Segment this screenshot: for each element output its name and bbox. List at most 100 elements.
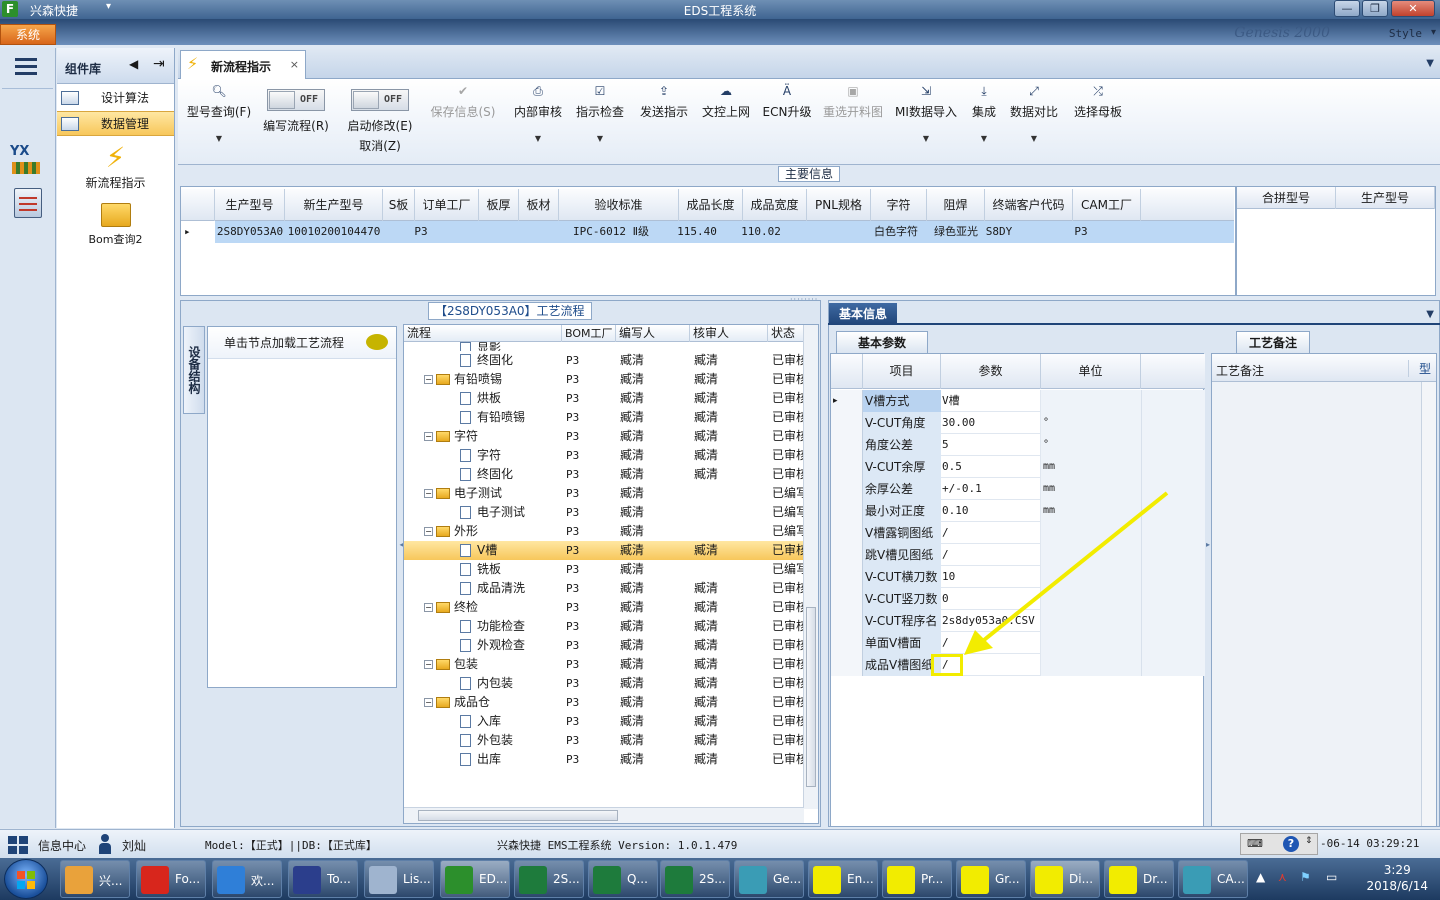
- param-row[interactable]: V-CUT角度 30.00 °: [831, 412, 1205, 434]
- tree-cell-bom[interactable]: P3: [566, 579, 616, 598]
- column-header[interactable]: 参数: [941, 354, 1041, 389]
- scroll-thumb[interactable]: [418, 810, 618, 821]
- style-menu[interactable]: Style: [1389, 27, 1422, 40]
- column-header[interactable]: 编写人: [616, 325, 690, 342]
- tree-node-name[interactable]: V槽: [460, 541, 562, 560]
- tree-cell-bom[interactable]: P3: [566, 636, 616, 655]
- tree-cell-status[interactable]: 已审核: [772, 465, 804, 484]
- column-header[interactable]: 新生产型号: [285, 189, 383, 221]
- tree-node-name[interactable]: 字符: [460, 446, 562, 465]
- tree-row[interactable]: −包装P3臧清臧清已审核: [404, 655, 804, 674]
- column-header[interactable]: 项目: [863, 354, 941, 389]
- clock[interactable]: 3:29 2018/6/14: [1366, 862, 1428, 894]
- tree-node-name[interactable]: 成品清洗: [460, 579, 562, 598]
- tree-cell-bom[interactable]: P3: [566, 712, 616, 731]
- param-row[interactable]: V-CUT程序名 2s8dy053a0.CSV: [831, 610, 1205, 632]
- param-row[interactable]: 成品V槽图纸 /: [831, 654, 1205, 676]
- collapse-left-icon[interactable]: ◀: [129, 57, 138, 71]
- tree-node-name[interactable]: 烘板: [460, 389, 562, 408]
- tree-cell-status[interactable]: 已审核: [772, 674, 804, 693]
- tree-node-name[interactable]: 电子测试: [460, 503, 562, 522]
- taskbar-button[interactable]: Lis...: [364, 860, 434, 898]
- monitor-tray-icon[interactable]: ▭: [1326, 870, 1340, 884]
- table-cell[interactable]: [519, 221, 559, 243]
- tree-cell-status[interactable]: 已编写: [772, 484, 804, 503]
- tab-list-dropdown-icon[interactable]: ▼: [1426, 58, 1434, 69]
- tree-cell-writer[interactable]: 臧清: [620, 712, 690, 731]
- tree-cell-bom[interactable]: P3: [566, 465, 616, 484]
- param-row[interactable]: 跳V槽见图纸 /: [831, 544, 1205, 566]
- tree-cell-status[interactable]: 已审核: [772, 712, 804, 731]
- tree-cell-writer[interactable]: 臧清: [620, 408, 690, 427]
- tree-cell-writer[interactable]: 臧清: [620, 579, 690, 598]
- column-header[interactable]: S板: [383, 189, 415, 221]
- param-unit[interactable]: [1041, 390, 1141, 412]
- table-cell[interactable]: [479, 221, 519, 243]
- network-tray-icon[interactable]: ⚑: [1300, 870, 1314, 884]
- tool-bom-query[interactable]: Bom查询2: [57, 203, 174, 247]
- taskbar-button[interactable]: Gr...: [956, 860, 1026, 898]
- tree-row[interactable]: 外包装P3臧清臧清已审核: [404, 731, 804, 750]
- param-row[interactable]: 角度公差 5 °: [831, 434, 1205, 456]
- column-header[interactable]: 终端客户代码: [985, 189, 1073, 221]
- tree-cell-bom[interactable]: P3: [566, 408, 616, 427]
- tree-cell-status[interactable]: 已审核: [772, 370, 804, 389]
- load-process-header[interactable]: 单击节点加载工艺流程: [208, 327, 396, 359]
- tray-expand-icon[interactable]: ▲: [1256, 870, 1270, 884]
- tab-system[interactable]: 系统: [0, 24, 56, 45]
- select-master-button[interactable]: ⤮ 选择母板: [1072, 83, 1124, 120]
- tree-cell-bom[interactable]: P3: [566, 351, 616, 370]
- tree-cell-status[interactable]: 已审核: [772, 541, 804, 560]
- table-cell[interactable]: IPC-6012 Ⅱ级: [559, 221, 663, 243]
- tree-cell-status[interactable]: 已审核: [772, 693, 804, 712]
- param-row[interactable]: 最小对正度 0.10 mm: [831, 500, 1205, 522]
- table-cell[interactable]: S8DY: [971, 221, 1027, 243]
- tree-node-name[interactable]: 终固化: [460, 465, 562, 484]
- param-unit[interactable]: mm: [1041, 456, 1141, 478]
- tree-cell-writer[interactable]: 臧清: [620, 560, 690, 579]
- column-header[interactable]: 成品宽度: [743, 189, 807, 221]
- column-header[interactable]: 验收标准: [559, 189, 679, 221]
- tree-node-name[interactable]: 有铅喷锡: [460, 408, 562, 427]
- column-header[interactable]: 成品长度: [679, 189, 743, 221]
- tree-cell-status[interactable]: 已编写: [772, 560, 804, 579]
- column-header[interactable]: CAM工厂: [1073, 189, 1141, 221]
- param-item[interactable]: 跳V槽见图纸: [863, 544, 941, 566]
- tree-cell-bom[interactable]: P3: [566, 674, 616, 693]
- model-query-button[interactable]: 🔍︎ 型号查询(F) ▼: [186, 83, 252, 143]
- taskbar-button[interactable]: To...: [288, 860, 358, 898]
- horizontal-scrollbar[interactable]: [404, 807, 804, 823]
- tree-cell-writer[interactable]: 臧清: [620, 655, 690, 674]
- tree-cell-writer[interactable]: 臧清: [620, 446, 690, 465]
- doc-upload-button[interactable]: ☁ 文控上网: [700, 83, 752, 120]
- tree-row[interactable]: − 电子测试 P3臧清 已编写: [404, 484, 804, 503]
- taskbar-button[interactable]: 2S...: [660, 860, 730, 898]
- tree-cell-writer[interactable]: 臧清: [620, 389, 690, 408]
- panel-dropdown-icon[interactable]: ▼: [1426, 309, 1434, 320]
- tree-node-name[interactable]: − 终检: [424, 598, 562, 617]
- sidebar-item-design-algorithm[interactable]: 设计算法: [57, 86, 174, 111]
- cancel-button[interactable]: 取消(Z): [344, 137, 416, 154]
- tree-cell-bom[interactable]: P3: [566, 750, 616, 769]
- tool-new-flow-instruction[interactable]: ⚡ 新流程指示: [57, 142, 174, 191]
- close-tab-icon[interactable]: ×: [290, 58, 299, 71]
- param-value[interactable]: 0.5: [941, 456, 1041, 478]
- collapse-icon[interactable]: −: [424, 698, 433, 707]
- windows-grid-icon[interactable]: [8, 836, 28, 854]
- column-header[interactable]: 型: [1408, 360, 1431, 377]
- tree-cell-writer[interactable]: 臧清: [620, 370, 690, 389]
- param-value[interactable]: /: [941, 522, 1041, 544]
- tree-node-name[interactable]: − 成品仓: [424, 693, 562, 712]
- column-header[interactable]: 生产型号: [1336, 187, 1435, 209]
- tree-cell-reviewer[interactable]: 臧清: [694, 465, 764, 484]
- tree-cell-writer[interactable]: 臧清: [620, 465, 690, 484]
- table-cell[interactable]: P3: [399, 221, 443, 243]
- tree-node-name[interactable]: − 外形: [424, 522, 562, 541]
- taskbar-button[interactable]: Ge...: [734, 860, 804, 898]
- tree-cell-reviewer[interactable]: 臧清: [694, 541, 764, 560]
- collapse-icon[interactable]: −: [424, 432, 433, 441]
- reselect-drawing-button[interactable]: ▣ 重选开料图: [820, 83, 886, 120]
- send-instruction-button[interactable]: ⇪ 发送指示: [638, 83, 690, 120]
- tree-cell-writer[interactable]: 臧清: [620, 427, 690, 446]
- tree-row[interactable]: 出库P3臧清臧清已审核: [404, 750, 804, 769]
